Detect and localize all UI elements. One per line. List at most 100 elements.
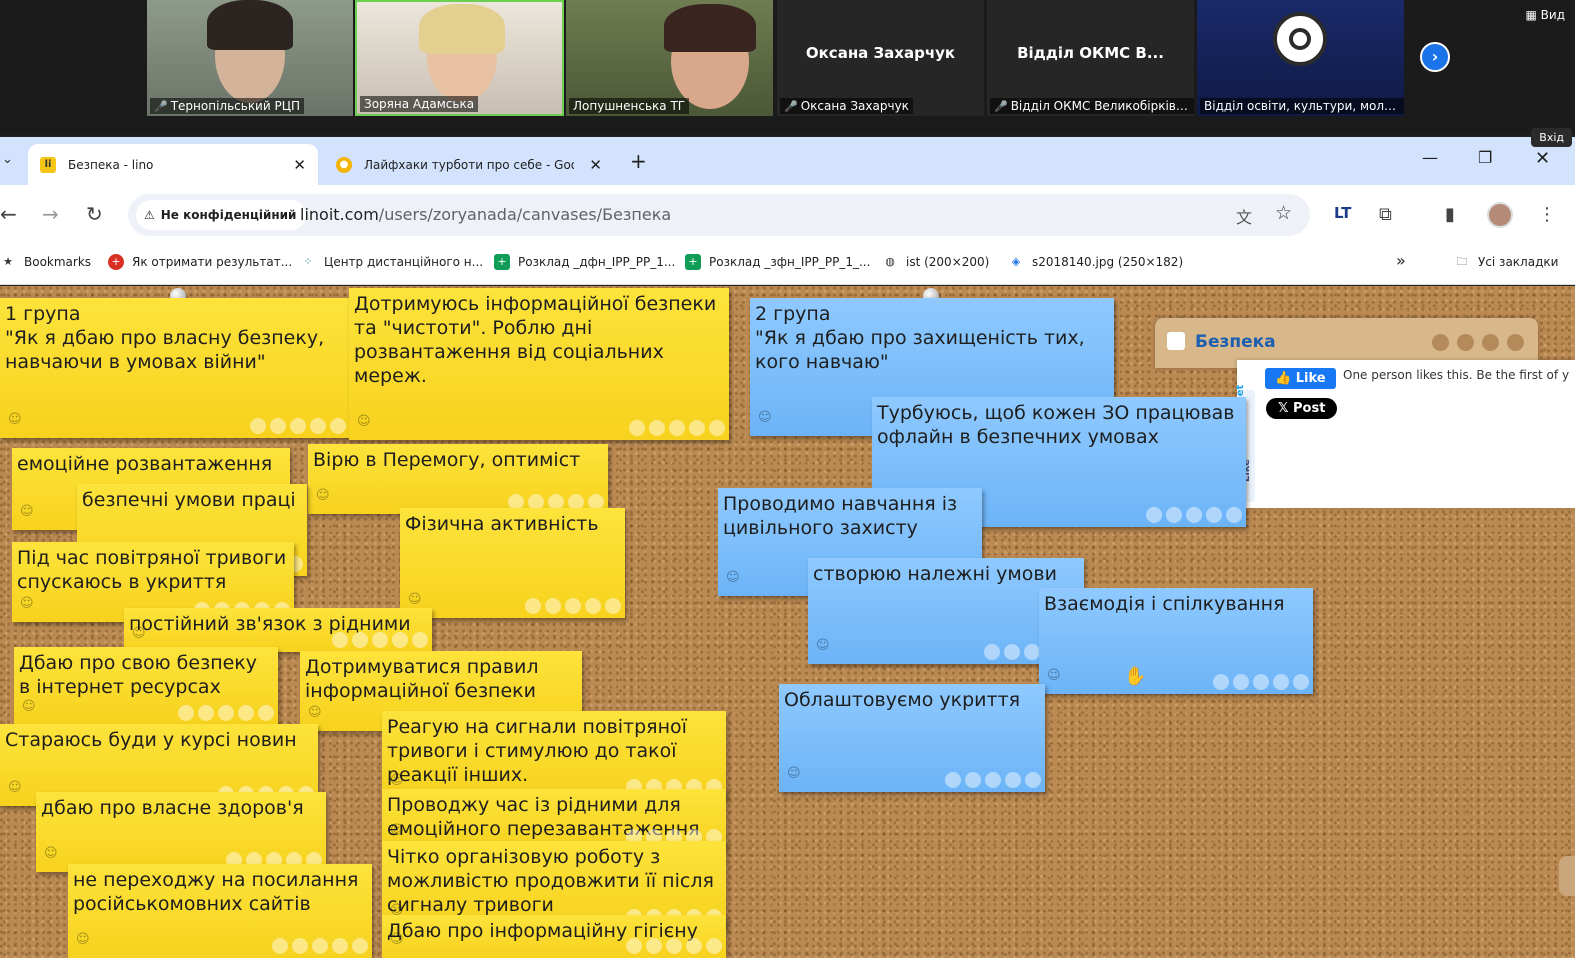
calendar-icon[interactable] (646, 938, 662, 954)
security-chip[interactable]: ⚠ Не конфіденційний (136, 200, 307, 230)
download-icon[interactable] (1024, 644, 1040, 660)
yellow-sticky-note[interactable]: Дбаю про свою безпеку в інтернет ресурса… (14, 647, 278, 725)
move-icon[interactable] (1273, 674, 1289, 690)
yellow-sticky-note[interactable]: Реагую на сигнали повітряної тривоги і с… (382, 711, 726, 799)
power-icon[interactable] (1507, 334, 1524, 351)
yellow-sticky-note[interactable]: Вірю в Перемогу, оптиміст ☺ (308, 444, 608, 514)
yellow-sticky-note[interactable]: Дотримуюсь інформаційної безпеки та "чис… (349, 288, 729, 440)
back-icon[interactable]: ← (0, 202, 17, 226)
blue-sticky-note[interactable]: Взаємодія і спілкування ☺ (1039, 588, 1313, 694)
bookmark-item[interactable]: ★ Bookmarks (0, 254, 91, 270)
extensions-puzzle-icon[interactable]: ⧉ (1379, 204, 1392, 225)
edit-icon[interactable] (1213, 674, 1229, 690)
bookmark-star-icon[interactable]: ☆ (1275, 202, 1292, 224)
translate-icon[interactable]: 文 (1236, 204, 1252, 228)
url-text[interactable]: linoit.com/users/zoryanada/canvases/Безп… (300, 205, 671, 224)
help-icon[interactable] (1482, 334, 1499, 351)
bookmark-item[interactable]: + Розклад _зфн_ІРР_РР_1_... (685, 254, 870, 270)
yellow-sticky-note[interactable]: постійний зв'язок з рідними ☺ (124, 608, 432, 652)
download-icon[interactable] (669, 420, 685, 436)
calendar-icon[interactable] (545, 598, 561, 614)
check-icon[interactable] (412, 632, 428, 648)
yellow-sticky-note[interactable]: Проводжу час із рідними для емоційного п… (382, 789, 726, 849)
edit-icon[interactable] (945, 772, 961, 788)
edit-icon[interactable] (984, 644, 1000, 660)
download-icon[interactable] (290, 418, 306, 434)
move-icon[interactable] (310, 418, 326, 434)
participant-tile[interactable]: Відділ ОКМС В... 🎤 Відділ ОКМС Великобірк… (987, 0, 1194, 116)
move-icon[interactable] (1005, 772, 1021, 788)
yellow-sticky-note[interactable]: не переходжу на посилання російськомовни… (68, 864, 372, 958)
profile-avatar[interactable] (1487, 202, 1513, 228)
view-toggle[interactable]: ▦ Вид (1526, 8, 1565, 22)
edit-icon[interactable] (626, 938, 642, 954)
close-tab-icon[interactable]: ✕ (293, 156, 306, 174)
reload-icon[interactable]: ↻ (86, 202, 103, 226)
check-icon[interactable] (706, 938, 722, 954)
bookmark-item[interactable]: ◈ s2018140.jpg (250×182) (1008, 254, 1183, 270)
move-icon[interactable] (689, 420, 705, 436)
check-icon[interactable] (1293, 674, 1309, 690)
yellow-sticky-note[interactable]: 1 група "Як я дбаю про власну безпеку, н… (0, 298, 350, 438)
calendar-icon[interactable] (198, 705, 214, 721)
bookmark-item[interactable]: ⁘ Центр дистанційного н... (300, 254, 483, 270)
check-icon[interactable] (1226, 507, 1242, 523)
participant-tile[interactable]: Оксана Захарчук 🎤 Оксана Захарчук (777, 0, 984, 116)
calendar-icon[interactable] (292, 938, 308, 954)
tab-bezpeka[interactable]: li Безпека - lino ✕ (28, 144, 318, 185)
move-icon[interactable] (686, 938, 702, 954)
move-icon[interactable] (332, 938, 348, 954)
check-icon[interactable] (1025, 772, 1041, 788)
yellow-sticky-note[interactable]: дбаю про власне здоров'я ☺ (36, 792, 326, 872)
yellow-sticky-note[interactable]: Фізична активність ☺ (400, 508, 625, 618)
restore-icon[interactable]: ❐ (1478, 148, 1492, 167)
blue-sticky-note[interactable]: Облаштовуємо укриття ☺ (779, 684, 1045, 792)
scroll-handle[interactable] (1559, 856, 1575, 896)
check-icon[interactable] (709, 420, 725, 436)
participant-tile[interactable]: Лопушненська ТГ (566, 0, 773, 116)
all-bookmarks-button[interactable]: 🗀 Усі закладки (1454, 254, 1559, 270)
calendar-icon[interactable] (965, 772, 981, 788)
calendar-icon[interactable] (270, 418, 286, 434)
close-tab-icon[interactable]: ✕ (589, 156, 602, 174)
info-icon[interactable] (1457, 334, 1474, 351)
calendar-icon[interactable] (649, 420, 665, 436)
edit-icon[interactable] (525, 598, 541, 614)
participant-tile[interactable]: 🎤 Тернопільський РЦП (147, 0, 353, 116)
download-icon[interactable] (565, 598, 581, 614)
forward-icon[interactable]: → (42, 202, 59, 226)
edit-icon[interactable] (1146, 507, 1162, 523)
facebook-like-button[interactable]: 👍 Like (1265, 368, 1336, 389)
edit-icon[interactable] (629, 420, 645, 436)
close-window-icon[interactable]: ✕ (1535, 148, 1550, 169)
extension-lt-icon[interactable]: LT (1334, 204, 1351, 222)
check-icon[interactable] (605, 598, 621, 614)
download-icon[interactable] (218, 705, 234, 721)
calendar-icon[interactable] (1004, 644, 1020, 660)
download-icon[interactable] (666, 938, 682, 954)
address-bar[interactable]: ⚠ Не конфіденційний linoit.com/users/zor… (128, 194, 1310, 236)
add-icon[interactable] (1432, 334, 1449, 351)
bookmarks-overflow-button[interactable]: » (1396, 251, 1406, 270)
bookmark-item[interactable]: + Розклад _дфн_ІРР_РР_1... (494, 254, 675, 270)
edit-icon[interactable] (272, 938, 288, 954)
check-icon[interactable] (352, 938, 368, 954)
participant-tile[interactable]: Відділ освіти, культури, молоді т... (1197, 0, 1404, 116)
calendar-icon[interactable] (1166, 507, 1182, 523)
new-tab-button[interactable]: + (630, 149, 647, 173)
move-icon[interactable] (392, 632, 408, 648)
move-icon[interactable] (238, 705, 254, 721)
participant-tile[interactable]: Зоряна Адамська (355, 0, 564, 116)
side-panel-icon[interactable]: ▮ (1445, 204, 1455, 225)
bookmark-item[interactable]: + Як отримати результат... (108, 254, 292, 270)
edit-icon[interactable] (250, 418, 266, 434)
yellow-sticky-note[interactable]: Дбаю про інформаційну гігієну ☺ (382, 915, 726, 958)
calendar-icon[interactable] (352, 632, 368, 648)
minimize-icon[interactable]: — (1422, 148, 1438, 167)
edit-icon[interactable] (178, 705, 194, 721)
move-icon[interactable] (1206, 507, 1222, 523)
check-icon[interactable] (330, 418, 346, 434)
check-icon[interactable] (258, 705, 274, 721)
calendar-icon[interactable] (1233, 674, 1249, 690)
bookmark-item[interactable]: ◍ ist (200×200) (882, 254, 989, 270)
